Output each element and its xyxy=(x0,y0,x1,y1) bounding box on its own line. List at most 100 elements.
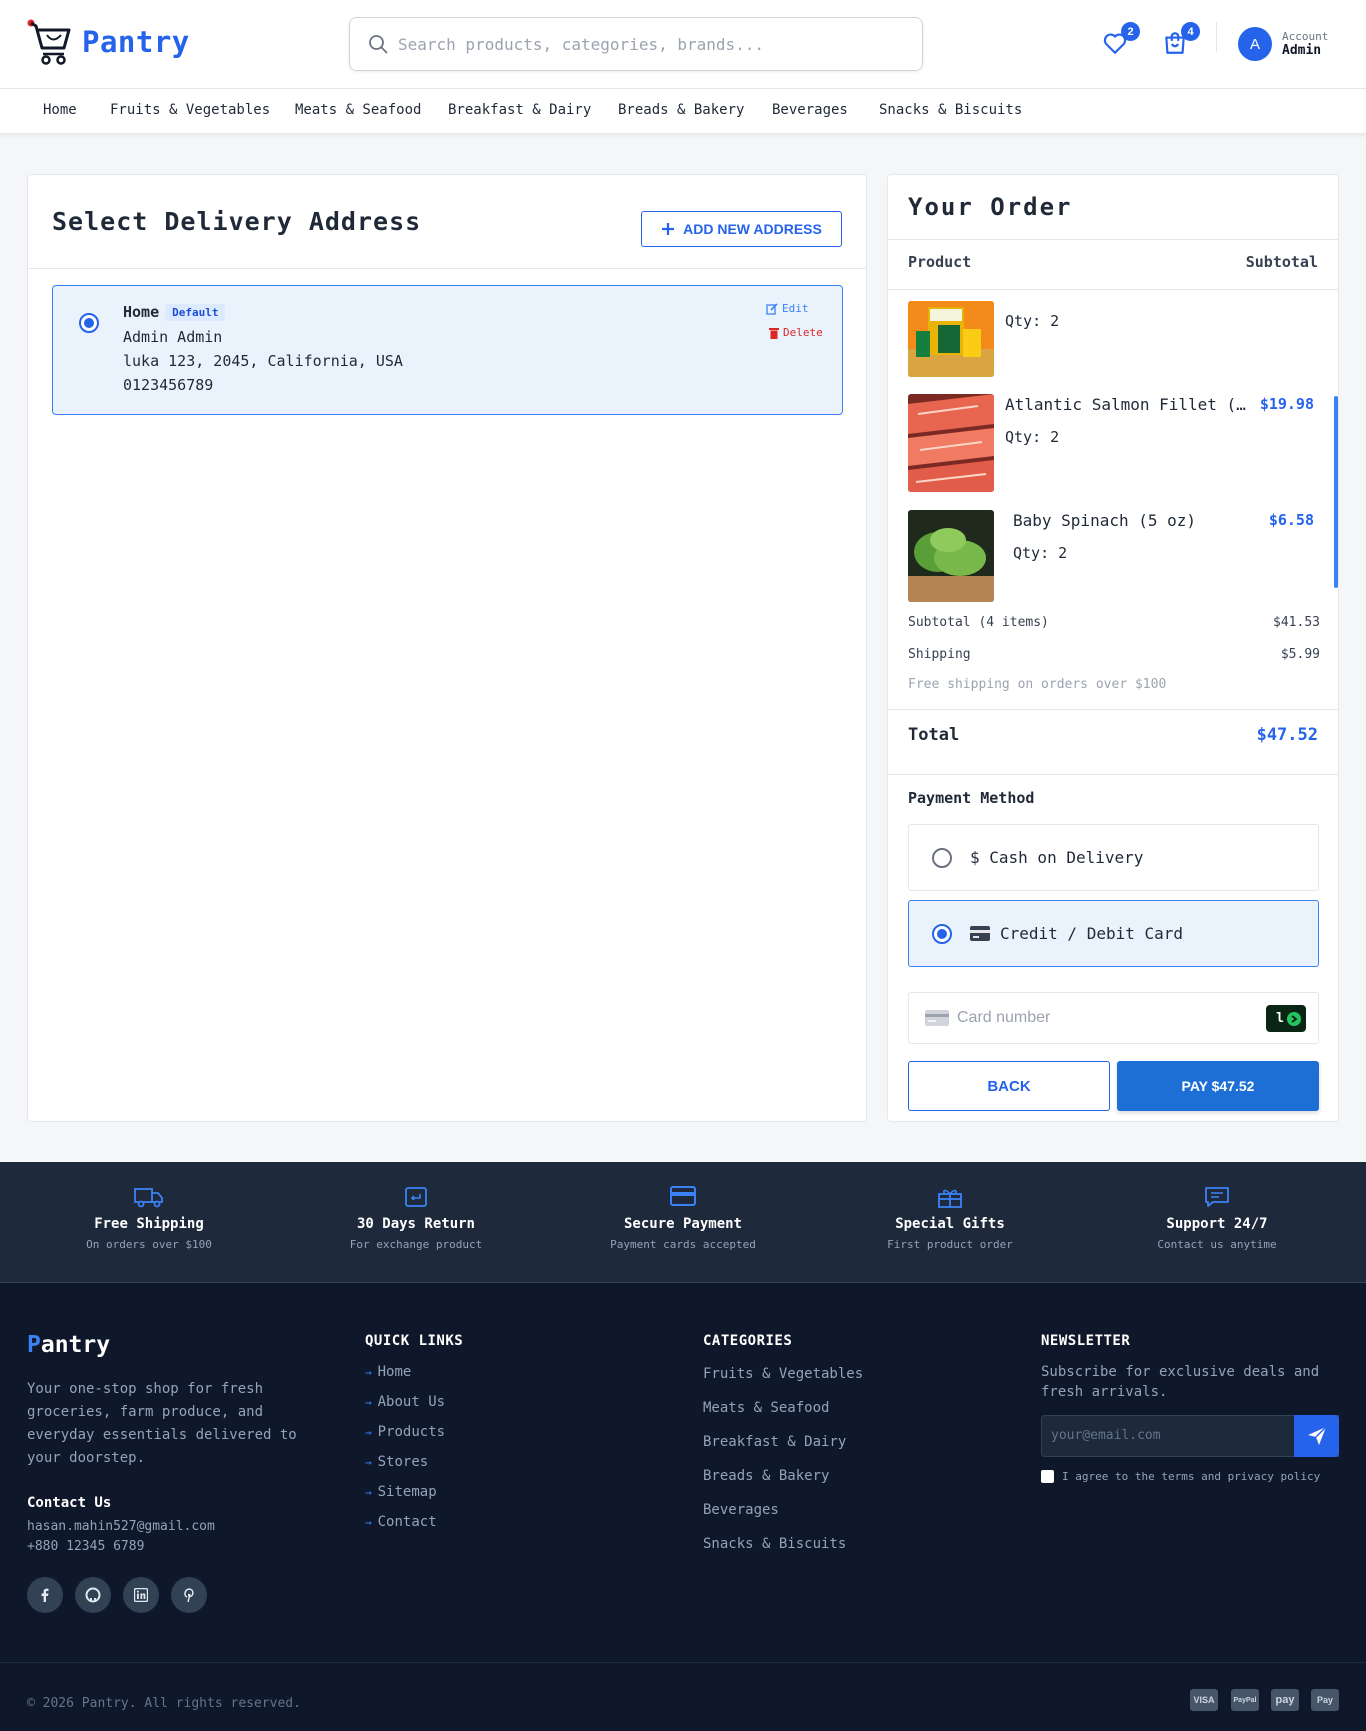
footer-category-link[interactable]: Breakfast & Dairy xyxy=(703,1434,846,1450)
feature-subtitle: On orders over $100 xyxy=(86,1238,212,1251)
newsletter-email-input[interactable] xyxy=(1042,1416,1272,1455)
feature-free-shipping: Free Shipping On orders over $100 xyxy=(39,1186,259,1251)
categories-title: CATEGORIES xyxy=(703,1333,793,1349)
account-label: Account xyxy=(1282,30,1329,43)
address-label-row: Home Default xyxy=(123,303,226,321)
item-3-qty: Qty: 2 xyxy=(1013,544,1068,562)
card-radio[interactable] xyxy=(932,923,952,944)
footer-category-link[interactable]: Snacks & Biscuits xyxy=(703,1536,846,1552)
card-number-input[interactable] xyxy=(957,1009,1257,1027)
address-card[interactable]: Home Default Admin Admin luka 123, 2045, … xyxy=(52,285,843,415)
back-button[interactable]: BACK xyxy=(908,1061,1110,1111)
linkedin-icon xyxy=(134,1588,148,1602)
quick-link-contact[interactable]: → Contact xyxy=(365,1514,437,1530)
quick-link-products[interactable]: → Products xyxy=(365,1424,445,1440)
contact-email[interactable]: hasan.mahin527@gmail.com xyxy=(27,1519,215,1534)
quick-links-title: QUICK LINKS xyxy=(365,1333,464,1349)
arrow-right-icon: → xyxy=(365,1455,372,1469)
col-subtotal-header: Subtotal xyxy=(1245,253,1318,271)
gift-icon xyxy=(938,1189,962,1208)
product-box-image xyxy=(908,301,994,377)
quick-link-home[interactable]: → Home xyxy=(365,1364,411,1380)
edit-address-button[interactable]: Edit xyxy=(766,302,809,315)
cash-radio[interactable] xyxy=(932,847,952,868)
arrow-right-icon: → xyxy=(365,1365,372,1379)
search-bar[interactable] xyxy=(349,17,923,71)
add-new-address-button[interactable]: ADD NEW ADDRESS xyxy=(641,211,842,247)
footer-category-link[interactable]: Breads & Bakery xyxy=(703,1468,829,1484)
payment-option-card[interactable]: Credit / Debit Card xyxy=(908,900,1319,967)
newsletter-description: Subscribe for exclusive deals and fresh … xyxy=(1041,1364,1320,1400)
pinterest-link[interactable] xyxy=(171,1577,207,1613)
nav-home[interactable]: Home xyxy=(43,102,77,118)
total-value: $47.52 xyxy=(1256,725,1318,745)
apple-pay-logo: Pay xyxy=(1311,1689,1339,1711)
brand-logo[interactable]: Pantry xyxy=(26,18,190,66)
order-summary-panel: Your Order Product Subtotal Qty: 2 Atlan… xyxy=(887,174,1339,1122)
trash-icon xyxy=(769,327,779,339)
add-new-address-label: ADD NEW ADDRESS xyxy=(683,221,822,237)
linkedin-link[interactable] xyxy=(123,1577,159,1613)
category-nav: Home Fruits & Vegetables Meats & Seafood… xyxy=(0,89,1366,134)
cash-label: $ Cash on Delivery xyxy=(970,848,1144,867)
contact-phone: +880 12345 6789 xyxy=(27,1539,145,1554)
nav-snacks-biscuits[interactable]: Snacks & Biscuits xyxy=(879,102,1022,118)
credit-card-icon xyxy=(970,926,990,941)
site-footer: Pantry Your one-stop shop for fresh groc… xyxy=(0,1283,1366,1731)
account-name: Admin xyxy=(1282,43,1322,58)
quick-link-about[interactable]: → About Us xyxy=(365,1394,445,1410)
newsletter-submit-button[interactable] xyxy=(1294,1415,1339,1457)
feature-subtitle: Payment cards accepted xyxy=(610,1238,756,1251)
agree-checkbox[interactable] xyxy=(1041,1470,1054,1483)
search-input[interactable] xyxy=(398,34,878,54)
nav-fruits-vegetables[interactable]: Fruits & Vegetables xyxy=(110,102,270,118)
nav-breads-bakery[interactable]: Breads & Bakery xyxy=(618,102,744,118)
avatar: A xyxy=(1238,27,1272,61)
card-number-field[interactable]: l xyxy=(908,992,1319,1044)
items-scrollbar[interactable] xyxy=(1334,396,1338,588)
cart-logo-icon xyxy=(27,19,71,65)
delete-label: Delete xyxy=(783,326,823,339)
link-autofill-badge[interactable]: l xyxy=(1266,1005,1306,1032)
quick-link-sitemap[interactable]: → Sitemap xyxy=(365,1484,437,1500)
footer-category-link[interactable]: Meats & Seafood xyxy=(703,1400,829,1416)
shipping-label: Shipping xyxy=(908,647,971,662)
nav-meats-seafood[interactable]: Meats & Seafood xyxy=(295,102,421,118)
edit-label: Edit xyxy=(782,302,809,315)
card-label: Credit / Debit Card xyxy=(1000,924,1184,943)
order-divider xyxy=(888,239,1338,240)
feature-title: Free Shipping xyxy=(94,1216,204,1232)
account-menu[interactable]: A Account Admin xyxy=(1238,27,1328,61)
item-2-price: $19.98 xyxy=(1259,395,1314,413)
total-divider-bottom xyxy=(888,774,1338,775)
nav-breakfast-dairy[interactable]: Breakfast & Dairy xyxy=(448,102,591,118)
item-1-qty: Qty: 2 xyxy=(1005,312,1060,330)
address-name: Admin Admin xyxy=(123,328,223,346)
github-link[interactable] xyxy=(75,1577,111,1613)
feature-title: Secure Payment xyxy=(623,1216,742,1232)
arrow-right-icon: → xyxy=(365,1515,372,1529)
agree-text: I agree to the terms and privacy policy xyxy=(1062,1470,1321,1483)
footer-category-link[interactable]: Fruits & Vegetables xyxy=(703,1366,863,1382)
facebook-link[interactable] xyxy=(27,1577,63,1613)
newsletter-title: NEWSLETTER xyxy=(1041,1333,1131,1349)
quick-link-stores[interactable]: → Stores xyxy=(365,1454,428,1470)
footer-divider xyxy=(0,1662,1366,1663)
footer-category-link[interactable]: Beverages xyxy=(703,1502,779,1518)
feature-returns: 30 Days Return For exchange product xyxy=(306,1186,526,1251)
pay-button[interactable]: PAY $47.52 xyxy=(1117,1061,1319,1111)
footer-brand[interactable]: Pantry xyxy=(27,1332,110,1358)
edit-icon xyxy=(766,302,778,315)
default-badge: Default xyxy=(165,304,226,321)
address-label: Home xyxy=(123,303,160,321)
wishlist-button[interactable]: 2 xyxy=(1102,22,1140,58)
payment-option-cash[interactable]: $ Cash on Delivery xyxy=(908,824,1319,891)
order-header-divider xyxy=(888,289,1338,290)
address-radio[interactable] xyxy=(79,313,99,333)
newsletter-agree[interactable]: I agree to the terms and privacy policy xyxy=(1041,1470,1320,1483)
truck-icon xyxy=(134,1188,163,1208)
cart-button[interactable]: 4 xyxy=(1162,22,1200,58)
delete-address-button[interactable]: Delete xyxy=(769,326,823,339)
item-2-name: Atlantic Salmon Fillet (… xyxy=(1005,395,1246,414)
nav-beverages[interactable]: Beverages xyxy=(772,102,848,118)
